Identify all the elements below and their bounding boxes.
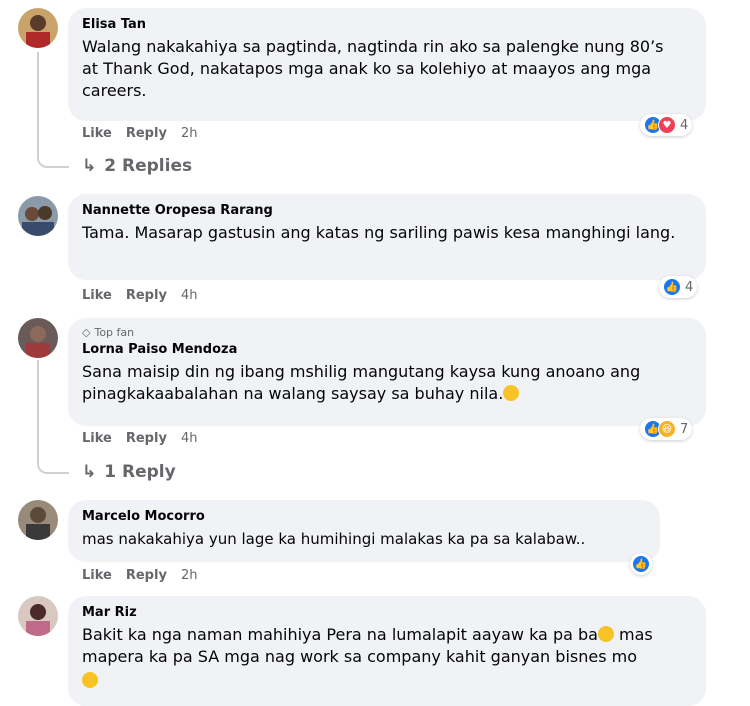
view-replies-link[interactable]: ↳ 2 Replies <box>82 156 192 176</box>
diamond-icon: ◇ <box>82 326 91 339</box>
comment-actions: Like Reply 4h <box>82 431 197 446</box>
comment-text: Bakit ka nga naman mahihiya Pera na luma… <box>82 624 692 692</box>
top-fan-badge: ◇ Top fan <box>82 326 692 339</box>
reply-button[interactable]: Reply <box>126 126 167 141</box>
timestamp[interactable]: 2h <box>181 568 198 583</box>
comment-actions: Like Reply 4h <box>82 288 197 303</box>
thread-line <box>37 360 39 460</box>
author-name[interactable]: Nannette Oropesa Rarang <box>82 202 692 220</box>
avatar[interactable] <box>18 8 58 48</box>
avatar[interactable] <box>18 318 58 358</box>
reply-button[interactable]: Reply <box>126 431 167 446</box>
like-button[interactable]: Like <box>82 568 112 583</box>
top-fan-label: Top fan <box>94 326 135 339</box>
reply-button[interactable]: Reply <box>126 288 167 303</box>
comment-actions: Like Reply 2h <box>82 126 197 141</box>
avatar[interactable] <box>18 500 58 540</box>
thread-connector <box>37 152 69 168</box>
comment-bubble: Marcelo Mocorro mas nakakahiya yun lage … <box>68 500 660 562</box>
reaction-count: 7 <box>680 421 689 437</box>
reaction-summary[interactable]: 👍 <box>630 553 652 575</box>
love-icon: ♥ <box>658 116 676 134</box>
like-icon: 👍 <box>663 278 681 296</box>
timestamp[interactable]: 2h <box>181 126 198 141</box>
reaction-summary[interactable]: 👍 4 <box>659 276 698 298</box>
like-button[interactable]: Like <box>82 431 112 446</box>
thread-connector <box>37 458 69 474</box>
reply-button[interactable]: Reply <box>126 568 167 583</box>
replies-label: 2 Replies <box>104 156 193 176</box>
avatar[interactable] <box>18 196 58 236</box>
author-name[interactable]: Marcelo Mocorro <box>82 508 646 526</box>
heart-eyes-emoji-icon <box>597 626 614 642</box>
comment-bubble: Nannette Oropesa Rarang Tama. Masarap ga… <box>68 194 706 280</box>
comment-bubble: Mar Riz Bakit ka nga naman mahihiya Pera… <box>68 596 706 706</box>
author-name[interactable]: Lorna Paiso Mendoza <box>82 341 692 359</box>
replies-label: 1 Reply <box>104 462 176 482</box>
comment-bubble: Elisa Tan Walang nakakahiya sa pagtinda,… <box>68 8 706 121</box>
comment-text-body: Bakit ka nga naman mahihiya Pera na luma… <box>82 625 598 644</box>
timestamp[interactable]: 4h <box>181 431 198 446</box>
comment-text: mas nakakahiya yun lage ka humihingi mal… <box>82 530 586 548</box>
reaction-count: 4 <box>680 117 689 133</box>
comment-text-body: Sana maisip din ng ibang mshilig manguta… <box>82 362 641 403</box>
comment-text: Tama. Masarap gastusin ang katas ng sari… <box>82 223 676 242</box>
reaction-count: 4 <box>685 279 694 295</box>
reply-arrow-icon: ↳ <box>82 156 97 176</box>
grimace-emoji-icon <box>82 672 98 688</box>
author-name[interactable]: Elisa Tan <box>82 16 692 34</box>
reaction-summary[interactable]: 👍 ♥ 4 <box>640 114 693 136</box>
like-button[interactable]: Like <box>82 288 112 303</box>
author-name[interactable]: Mar Riz <box>82 604 692 622</box>
comment-text: Walang nakakahiya sa pagtinda, nagtinda … <box>82 37 664 100</box>
thread-line <box>37 52 39 152</box>
like-icon: 👍 <box>632 555 650 573</box>
reply-arrow-icon: ↳ <box>82 462 97 482</box>
like-button[interactable]: Like <box>82 126 112 141</box>
view-replies-link[interactable]: ↳ 1 Reply <box>82 462 176 482</box>
haha-icon: 😆 <box>658 420 676 438</box>
comment-actions: Like Reply 2h <box>82 568 197 583</box>
comment-bubble: ◇ Top fan Lorna Paiso Mendoza Sana maisi… <box>68 318 706 426</box>
avatar[interactable] <box>18 596 58 636</box>
timestamp[interactable]: 4h <box>181 288 198 303</box>
reaction-summary[interactable]: 👍 😆 7 <box>640 418 693 440</box>
laughing-emoji-icon <box>503 385 520 401</box>
comment-text: Sana maisip din ng ibang mshilig manguta… <box>82 361 682 405</box>
